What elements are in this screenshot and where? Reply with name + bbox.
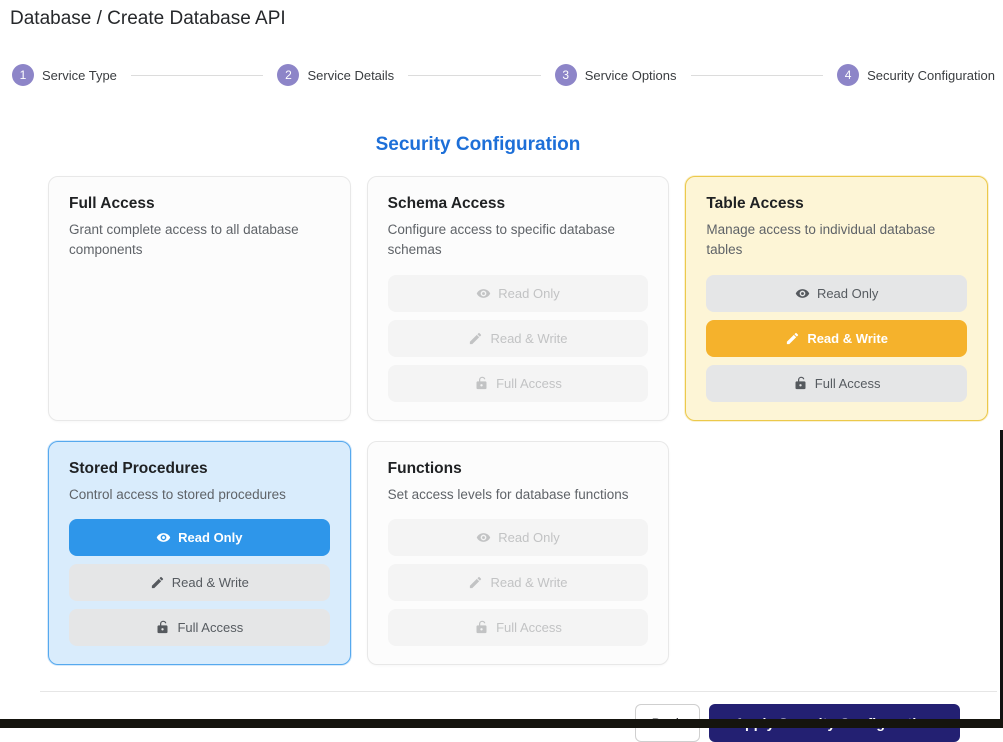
card-schema-access[interactable]: Schema Access Configure access to specif…	[367, 176, 670, 421]
card-description: Manage access to individual database tab…	[706, 220, 967, 261]
card-full-access[interactable]: Full Access Grant complete access to all…	[48, 176, 351, 421]
read-only-button[interactable]: Read Only	[388, 519, 649, 556]
step-security-configuration[interactable]: 4 Security Configuration	[837, 64, 995, 86]
step-number-badge: 1	[12, 64, 34, 86]
card-title: Schema Access	[388, 195, 649, 213]
button-label: Full Access	[177, 620, 243, 635]
card-description: Configure access to specific database sc…	[388, 220, 649, 261]
unlock-icon	[793, 376, 808, 391]
step-service-details[interactable]: 2 Service Details	[277, 64, 394, 86]
page-title: Database / Create Database API	[10, 8, 286, 30]
step-service-type[interactable]: 1 Service Type	[12, 64, 117, 86]
card-description: Set access levels for database functions	[388, 485, 649, 505]
read-write-button[interactable]: Read & Write	[388, 564, 649, 601]
unlock-icon	[474, 620, 489, 635]
button-label: Read & Write	[490, 331, 567, 346]
card-description: Grant complete access to all database co…	[69, 220, 330, 261]
button-label: Read Only	[178, 530, 242, 545]
wizard-stepper: 1 Service Type 2 Service Details 3 Servi…	[12, 64, 995, 86]
section-title: Security Configuration	[48, 134, 908, 156]
step-label: Service Options	[585, 68, 677, 83]
eye-icon	[156, 530, 171, 545]
button-label: Full Access	[496, 376, 562, 391]
button-label: Full Access	[815, 376, 881, 391]
window-bottom-bar	[0, 719, 1003, 728]
access-cards-grid: Full Access Grant complete access to all…	[48, 176, 988, 665]
access-level-buttons: Read Only Read & Write Full Access	[706, 275, 967, 402]
pencil-icon	[785, 331, 800, 346]
step-number-badge: 4	[837, 64, 859, 86]
card-title: Functions	[388, 460, 649, 478]
unlock-icon	[155, 620, 170, 635]
read-write-button[interactable]: Read & Write	[388, 320, 649, 357]
button-label: Read & Write	[807, 331, 888, 346]
step-connector	[408, 75, 541, 76]
read-only-button[interactable]: Read Only	[388, 275, 649, 312]
read-only-button[interactable]: Read Only	[706, 275, 967, 312]
button-label: Read Only	[498, 286, 559, 301]
footer-divider	[40, 691, 997, 692]
eye-icon	[795, 286, 810, 301]
step-connector	[131, 75, 264, 76]
full-access-button[interactable]: Full Access	[388, 365, 649, 402]
step-number-badge: 2	[277, 64, 299, 86]
button-label: Read & Write	[172, 575, 249, 590]
access-level-buttons: Read Only Read & Write Full Access	[69, 519, 330, 646]
card-description: Control access to stored procedures	[69, 485, 330, 505]
read-write-button-selected[interactable]: Read & Write	[706, 320, 967, 357]
step-number-badge: 3	[555, 64, 577, 86]
button-label: Full Access	[496, 620, 562, 635]
button-label: Read & Write	[490, 575, 567, 590]
eye-icon	[476, 530, 491, 545]
card-table-access[interactable]: Table Access Manage access to individual…	[685, 176, 988, 421]
card-title: Stored Procedures	[69, 460, 330, 478]
card-title: Full Access	[69, 195, 330, 213]
step-connector	[691, 75, 824, 76]
unlock-icon	[474, 376, 489, 391]
step-label: Service Details	[307, 68, 394, 83]
card-stored-procedures[interactable]: Stored Procedures Control access to stor…	[48, 441, 351, 665]
full-access-button[interactable]: Full Access	[69, 609, 330, 646]
card-functions[interactable]: Functions Set access levels for database…	[367, 441, 670, 665]
access-level-buttons: Read Only Read & Write Full Access	[388, 275, 649, 402]
step-label: Service Type	[42, 68, 117, 83]
button-label: Read Only	[498, 530, 559, 545]
button-label: Read Only	[817, 286, 878, 301]
card-title: Table Access	[706, 195, 967, 213]
read-write-button[interactable]: Read & Write	[69, 564, 330, 601]
access-level-buttons: Read Only Read & Write Full Access	[388, 519, 649, 646]
pencil-icon	[150, 575, 165, 590]
full-access-button[interactable]: Full Access	[388, 609, 649, 646]
eye-icon	[476, 286, 491, 301]
pencil-icon	[468, 575, 483, 590]
full-access-button[interactable]: Full Access	[706, 365, 967, 402]
read-only-button-selected[interactable]: Read Only	[69, 519, 330, 556]
step-label: Security Configuration	[867, 68, 995, 83]
step-service-options[interactable]: 3 Service Options	[555, 64, 677, 86]
pencil-icon	[468, 331, 483, 346]
